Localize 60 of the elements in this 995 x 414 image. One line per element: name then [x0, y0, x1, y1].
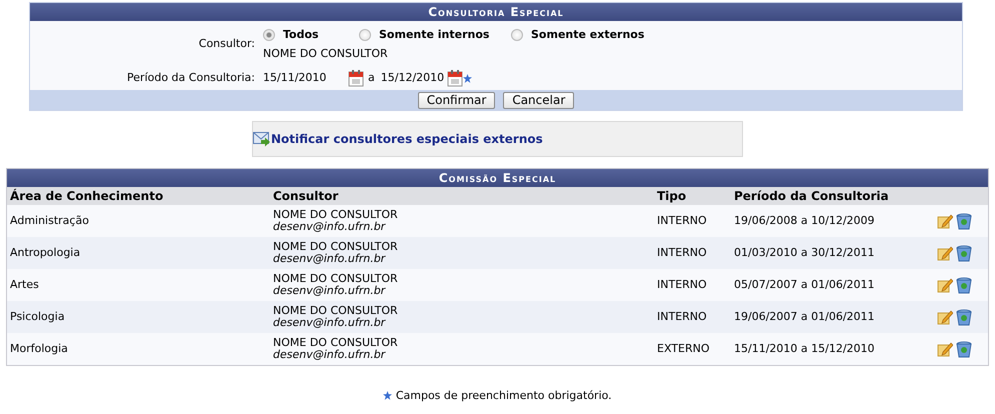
edit-icon[interactable]	[936, 245, 952, 261]
consultor-name-cell: NOME DO CONSULTOR	[273, 305, 398, 317]
column-header: Consultor	[273, 189, 338, 203]
period-cell: 15/11/2010 a 15/12/2010	[734, 342, 875, 355]
consultor-label: Consultor:	[198, 36, 256, 52]
radio-label: Todos	[283, 27, 319, 43]
edit-icon[interactable]	[936, 341, 952, 357]
period-cell: 19/06/2008 a 10/12/2009	[734, 214, 875, 227]
period-cell: 01/03/2010 a 30/12/2011	[734, 246, 875, 259]
form-button[interactable]: Cancelar	[503, 92, 574, 108]
mail-forward-icon	[253, 131, 271, 147]
type-cell: INTERNO	[657, 310, 707, 323]
area-cell: Morfologia	[10, 342, 68, 355]
area-cell: Artes	[10, 278, 39, 291]
form-title: Consultoria Especial	[30, 3, 962, 21]
area-cell: Antropologia	[10, 246, 80, 259]
area-cell: Administração	[10, 214, 89, 227]
email-text: desenv@info.ufrn.br	[273, 253, 386, 265]
consultor-name-cell: NOME DO CONSULTOR	[273, 241, 398, 253]
calendar-icon[interactable]	[446, 70, 463, 86]
radio-button[interactable]	[263, 29, 275, 42]
trash-icon[interactable]	[956, 308, 972, 326]
date-separator: a	[368, 70, 375, 86]
trash-icon[interactable]	[956, 244, 972, 262]
period-label: Período da Consultoria:	[126, 70, 256, 86]
email-text: desenv@info.ufrn.br	[273, 317, 386, 329]
edit-icon[interactable]	[936, 213, 952, 229]
column-header: Período da Consultoria	[734, 189, 889, 203]
end-date: 15/12/2010	[380, 70, 446, 86]
calendar-icon[interactable]	[348, 70, 364, 86]
form-button[interactable]: Confirmar	[418, 92, 496, 108]
consultor-name: NOME DO CONSULTOR	[263, 46, 389, 62]
type-cell: EXTERNO	[657, 342, 710, 355]
type-cell: INTERNO	[657, 278, 707, 291]
edit-icon[interactable]	[936, 309, 952, 325]
table-title: Comissão Especial	[7, 169, 988, 187]
column-header: Tipo	[657, 189, 686, 203]
type-cell: INTERNO	[657, 246, 707, 259]
column-header: Área de Conhecimento	[10, 189, 164, 203]
consultor-name-cell: NOME DO CONSULTOR	[273, 273, 398, 285]
required-fields-note: Campos de preenchimento obrigatório.	[396, 389, 612, 402]
period-cell: 05/07/2007 a 01/06/2011	[734, 278, 875, 291]
email-text: desenv@info.ufrn.br	[273, 285, 386, 297]
radio-label: Somente internos	[379, 27, 490, 43]
radio-button[interactable]	[359, 29, 371, 42]
trash-icon[interactable]	[956, 276, 972, 294]
consultor-name-cell: NOME DO CONSULTOR	[273, 337, 398, 349]
area-cell: Psicologia	[10, 310, 65, 323]
email-text: desenv@info.ufrn.br	[273, 221, 386, 233]
radio-button[interactable]	[511, 29, 523, 42]
notify-link[interactable]: Notificar consultores especiais externos	[271, 130, 543, 148]
trash-icon[interactable]	[956, 340, 972, 358]
trash-icon[interactable]	[956, 212, 972, 230]
type-cell: INTERNO	[657, 214, 707, 227]
consultor-name-cell: NOME DO CONSULTOR	[273, 209, 398, 221]
radio-label: Somente externos	[531, 27, 644, 43]
edit-icon[interactable]	[936, 277, 952, 293]
period-cell: 19/06/2007 a 01/06/2011	[734, 310, 875, 323]
start-date: 15/11/2010	[263, 70, 328, 86]
email-text: desenv@info.ufrn.br	[273, 349, 386, 361]
